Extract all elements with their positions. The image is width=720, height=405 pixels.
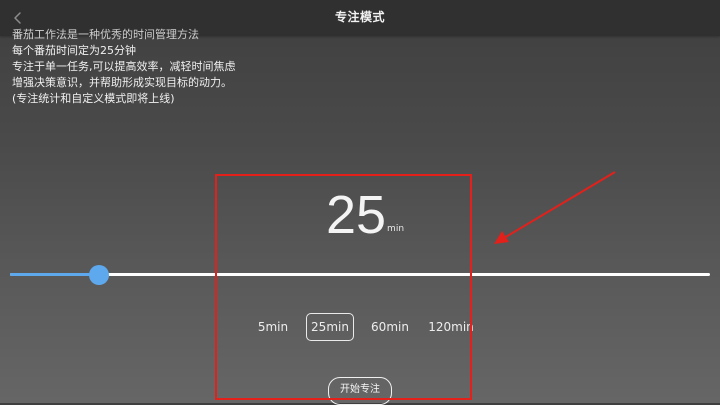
- slider-thumb[interactable]: [89, 265, 109, 285]
- preset-5min[interactable]: 5min: [253, 313, 293, 341]
- slider-track[interactable]: [10, 273, 710, 276]
- description-line: 番茄工作法是一种优秀的时间管理方法: [12, 28, 199, 41]
- preset-60min[interactable]: 60min: [366, 313, 414, 341]
- preset-25min[interactable]: 25min: [306, 313, 354, 341]
- timer-value: 25: [325, 185, 387, 245]
- slider-fill: [10, 273, 99, 276]
- description-line: 每个番茄时间定为25分钟: [12, 44, 136, 57]
- start-focus-button[interactable]: 开始专注: [328, 377, 392, 405]
- timer-unit: min: [387, 224, 405, 234]
- duration-slider[interactable]: [10, 264, 710, 286]
- description-line: 专注于单一任务,可以提高效率，减轻时间焦虑: [12, 60, 236, 73]
- page-title: 专注模式: [334, 10, 385, 24]
- description-text: 番茄工作法是一种优秀的时间管理方法 每个番茄时间定为25分钟 专注于单一任务,可…: [12, 27, 332, 107]
- duration-presets: 5min 25min 60min 120min: [0, 313, 720, 345]
- preset-120min[interactable]: 120min: [426, 313, 476, 341]
- description-line: (专注统计和自定义模式即将上线): [12, 92, 175, 105]
- description-line: 增强决策意识，并帮助形成实现目标的动力。: [12, 76, 232, 89]
- timer-display: 25 min: [0, 182, 720, 242]
